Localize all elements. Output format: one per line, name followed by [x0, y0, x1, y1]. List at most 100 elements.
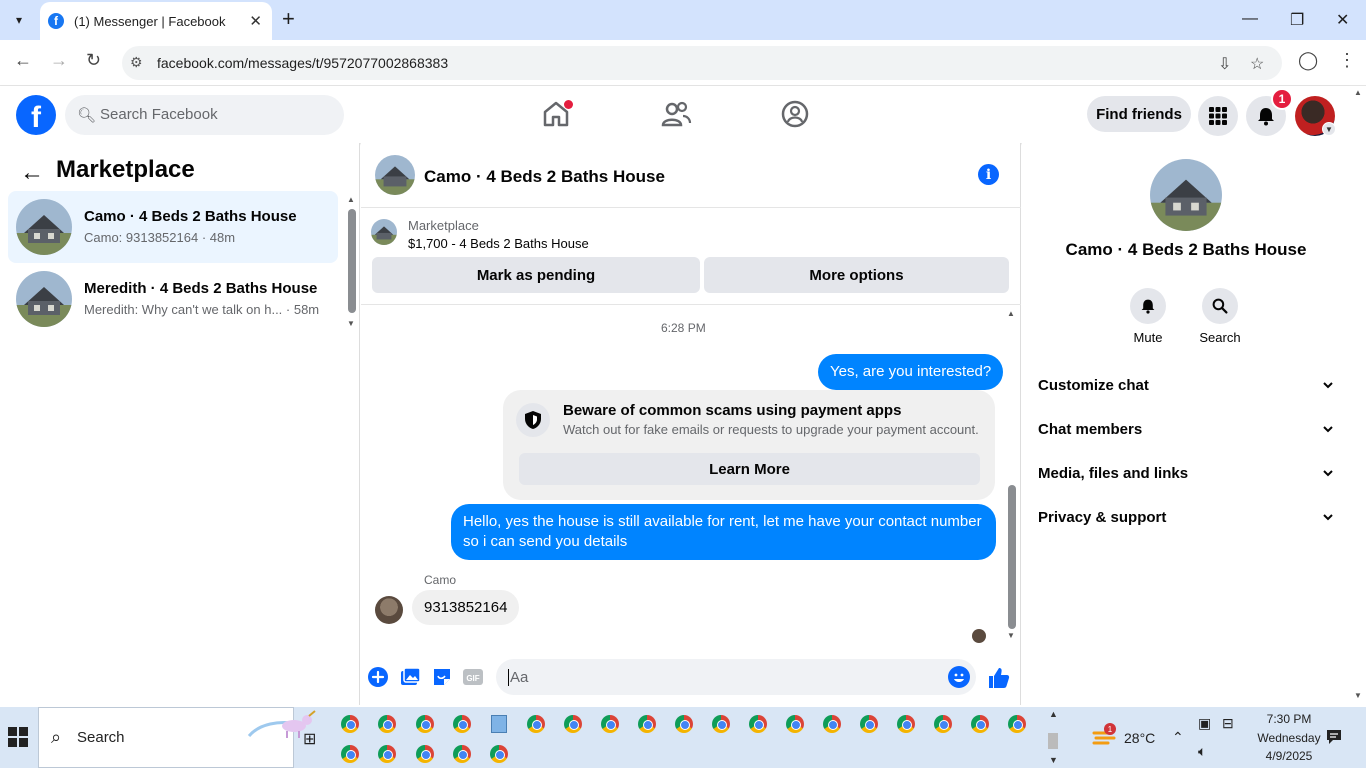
- notepad-app-icon[interactable]: [491, 715, 507, 733]
- chrome-app-icon[interactable]: [823, 715, 841, 733]
- scroll-down-icon[interactable]: ▼: [1007, 631, 1015, 640]
- chrome-app-icon[interactable]: [749, 715, 767, 733]
- mark-as-pending-button[interactable]: Mark as pending: [372, 257, 700, 293]
- scrollbar-thumb[interactable]: [1008, 485, 1016, 629]
- site-settings-icon[interactable]: ⚙: [130, 54, 143, 71]
- profile-icon[interactable]: ◯: [1298, 50, 1318, 71]
- chrome-app-icon[interactable]: [897, 715, 915, 733]
- scrollbar-thumb[interactable]: [1048, 733, 1058, 749]
- facebook-logo-icon[interactable]: f: [16, 95, 56, 135]
- chrome-app-icon[interactable]: [786, 715, 804, 733]
- chrome-app-icon[interactable]: [675, 715, 693, 733]
- search-in-chat-button[interactable]: Search: [1190, 288, 1250, 345]
- info-icon[interactable]: i: [978, 164, 999, 185]
- restore-icon[interactable]: ❐: [1290, 10, 1304, 30]
- chevron-up-icon[interactable]: ⌃: [1172, 729, 1184, 746]
- chat-title[interactable]: Camo · 4 Beds 2 Baths House: [424, 167, 665, 187]
- chrome-app-icon[interactable]: [416, 715, 434, 733]
- menu-grid-button[interactable]: [1198, 96, 1238, 136]
- temperature[interactable]: 28°C: [1124, 730, 1155, 746]
- address-bar[interactable]: ⚙ facebook.com/messages/t/95720770028683…: [122, 46, 1282, 80]
- chrome-app-icon[interactable]: [378, 745, 396, 763]
- browser-menu-icon[interactable]: ⋮: [1338, 50, 1356, 71]
- chrome-app-icon[interactable]: [341, 745, 359, 763]
- listing-thumbnail[interactable]: [371, 219, 397, 245]
- page-scrollbar[interactable]: ▲ ▼: [1350, 86, 1366, 705]
- find-friends-button[interactable]: Find friends: [1087, 96, 1191, 132]
- groups-icon[interactable]: [779, 98, 811, 130]
- chrome-app-icon[interactable]: [453, 715, 471, 733]
- chrome-app-icon[interactable]: [453, 745, 471, 763]
- message-bubble-incoming[interactable]: 9313852164: [412, 590, 520, 625]
- details-avatar[interactable]: [1150, 159, 1222, 231]
- scroll-up-icon[interactable]: ▲: [1049, 709, 1058, 719]
- chrome-app-icon[interactable]: [934, 715, 952, 733]
- url-text[interactable]: facebook.com/messages/t/9572077002868383: [157, 55, 448, 71]
- scroll-down-icon[interactable]: ▼: [1049, 755, 1058, 765]
- network-icon[interactable]: ⊟: [1222, 715, 1234, 732]
- chrome-app-icon[interactable]: [341, 715, 359, 733]
- chat-scrollbar[interactable]: ▲ ▼: [1006, 309, 1018, 640]
- gif-icon[interactable]: GIF: [462, 666, 484, 688]
- friends-icon[interactable]: [660, 98, 692, 130]
- conversation-list-scrollbar[interactable]: ▲ ▼: [346, 195, 356, 328]
- chrome-app-icon[interactable]: [971, 715, 989, 733]
- clock-date[interactable]: 4/9/2025: [1254, 749, 1324, 763]
- volume-icon[interactable]: 🔈︎: [1198, 743, 1206, 760]
- task-view-icon[interactable]: ⊞: [303, 729, 316, 749]
- plus-circle-icon[interactable]: [367, 666, 389, 688]
- bookmark-star-icon[interactable]: ☆: [1250, 54, 1264, 74]
- chrome-app-icon[interactable]: [527, 715, 545, 733]
- emoji-icon[interactable]: [948, 666, 970, 688]
- close-window-icon[interactable]: ✕: [1336, 10, 1349, 30]
- clock-time[interactable]: 7:30 PM: [1254, 712, 1324, 726]
- chrome-app-icon[interactable]: [712, 715, 730, 733]
- thumbs-up-icon[interactable]: [987, 666, 1011, 690]
- facebook-search-input[interactable]: 🔍︎ Search Facebook: [65, 95, 344, 135]
- new-tab-button[interactable]: +: [282, 8, 295, 30]
- tab-search-dropdown[interactable]: ▾: [6, 8, 32, 32]
- back-arrow-icon[interactable]: ←: [14, 50, 32, 71]
- customize-chat-section[interactable]: Customize chat: [1038, 367, 1334, 403]
- minimize-icon[interactable]: —: [1242, 10, 1258, 28]
- chrome-app-icon[interactable]: [1008, 715, 1026, 733]
- message-bubble-outgoing[interactable]: Yes, are you interested?: [818, 354, 1004, 390]
- meet-now-icon[interactable]: ▣: [1198, 715, 1211, 732]
- scrollbar-thumb[interactable]: [348, 209, 356, 313]
- windows-start-icon[interactable]: [8, 727, 28, 747]
- more-options-button[interactable]: More options: [704, 257, 1009, 293]
- scroll-down-icon[interactable]: ▼: [347, 319, 355, 328]
- chrome-app-icon[interactable]: [490, 745, 508, 763]
- scroll-up-icon[interactable]: ▲: [1354, 88, 1362, 97]
- account-chevron-down-icon[interactable]: ▼: [1322, 122, 1336, 136]
- privacy-support-section[interactable]: Privacy & support: [1038, 499, 1334, 535]
- chrome-app-icon[interactable]: [416, 745, 434, 763]
- chrome-app-icon[interactable]: [638, 715, 656, 733]
- scroll-up-icon[interactable]: ▲: [347, 195, 355, 204]
- scroll-down-icon[interactable]: ▼: [1354, 691, 1362, 700]
- chat-members-section[interactable]: Chat members: [1038, 411, 1334, 447]
- listing-title[interactable]: $1,700 - 4 Beds 2 Baths House: [408, 236, 589, 251]
- install-app-icon[interactable]: ⇩: [1218, 54, 1231, 74]
- taskbar-scrollbar[interactable]: ▲ ▼: [1045, 709, 1061, 766]
- back-arrow-icon[interactable]: ←: [20, 159, 44, 187]
- notification-center-icon[interactable]: [1325, 728, 1343, 746]
- scroll-up-icon[interactable]: ▲: [1007, 309, 1015, 318]
- reload-icon[interactable]: ↻: [86, 50, 101, 71]
- browser-tab-messenger[interactable]: f (1) Messenger | Facebook ✕: [40, 2, 272, 40]
- chrome-app-icon[interactable]: [564, 715, 582, 733]
- mute-button[interactable]: Mute: [1118, 288, 1178, 345]
- message-bubble-outgoing[interactable]: Hello, yes the house is still available …: [451, 504, 996, 560]
- chrome-app-icon[interactable]: [601, 715, 619, 733]
- chrome-app-icon[interactable]: [378, 715, 396, 733]
- forward-arrow-icon[interactable]: →: [50, 50, 68, 71]
- clock-day[interactable]: Wednesday: [1244, 731, 1334, 745]
- photo-icon[interactable]: [399, 666, 421, 688]
- conversation-item-camo[interactable]: Camo · 4 Beds 2 Baths House Camo: 931385…: [8, 191, 338, 263]
- sticker-icon[interactable]: [431, 666, 453, 688]
- taskbar-search-box[interactable]: ⌕ Search: [38, 707, 316, 768]
- message-input[interactable]: Aa: [496, 659, 976, 695]
- learn-more-button[interactable]: Learn More: [519, 453, 980, 485]
- sender-avatar[interactable]: [375, 596, 403, 624]
- conversation-item-meredith[interactable]: Meredith · 4 Beds 2 Baths House Meredith…: [8, 263, 338, 335]
